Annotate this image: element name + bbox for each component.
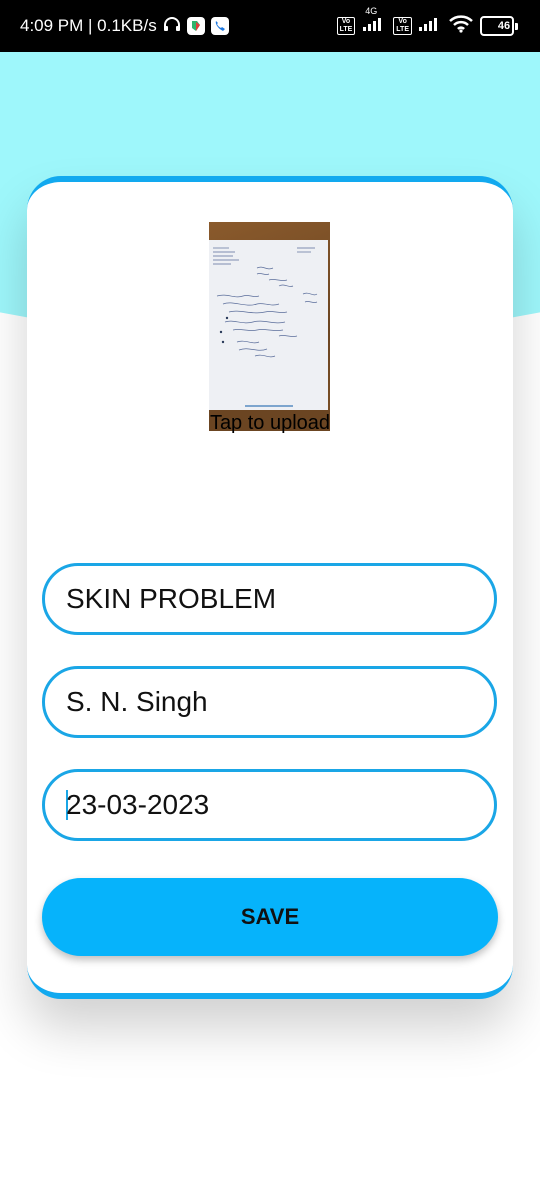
volte-badge-2: Vo LTE xyxy=(393,17,412,35)
date-input[interactable]: 23-03-2023 xyxy=(42,769,497,841)
doctor-name-input-value: S. N. Singh xyxy=(66,686,208,717)
status-time: 4:09 PM | 0.1KB/s xyxy=(20,16,157,35)
app-icon xyxy=(186,17,205,35)
signal-icon: 4G xyxy=(361,6,387,37)
status-bar: 4:09 PM | 0.1KB/s Vo LTE 4G Vo LTE 46 xyxy=(0,0,540,52)
prescription-photo[interactable] xyxy=(209,222,330,431)
save-button[interactable]: SAVE xyxy=(42,878,498,956)
problem-input-value: SKIN PROBLEM xyxy=(66,583,277,614)
upload-area[interactable]: Tap to upload xyxy=(203,217,333,437)
date-input-value: 23-03-2023 xyxy=(66,789,210,820)
headset-icon xyxy=(163,16,181,37)
wifi-icon xyxy=(448,14,474,38)
signal-icon-2 xyxy=(418,16,442,37)
battery-level: 46 xyxy=(497,20,511,32)
form-card: Tap to upload SKIN PROBLEM S. N. Singh 2… xyxy=(27,176,513,999)
problem-input[interactable]: SKIN PROBLEM xyxy=(42,563,497,635)
network-label: 4G xyxy=(365,5,378,16)
doctor-name-input[interactable]: S. N. Singh xyxy=(42,666,497,738)
volte-badge: Vo LTE xyxy=(336,17,356,35)
phone-icon xyxy=(210,17,229,35)
upload-label[interactable]: Tap to upload xyxy=(203,412,337,435)
battery-icon: 46 xyxy=(480,16,514,36)
